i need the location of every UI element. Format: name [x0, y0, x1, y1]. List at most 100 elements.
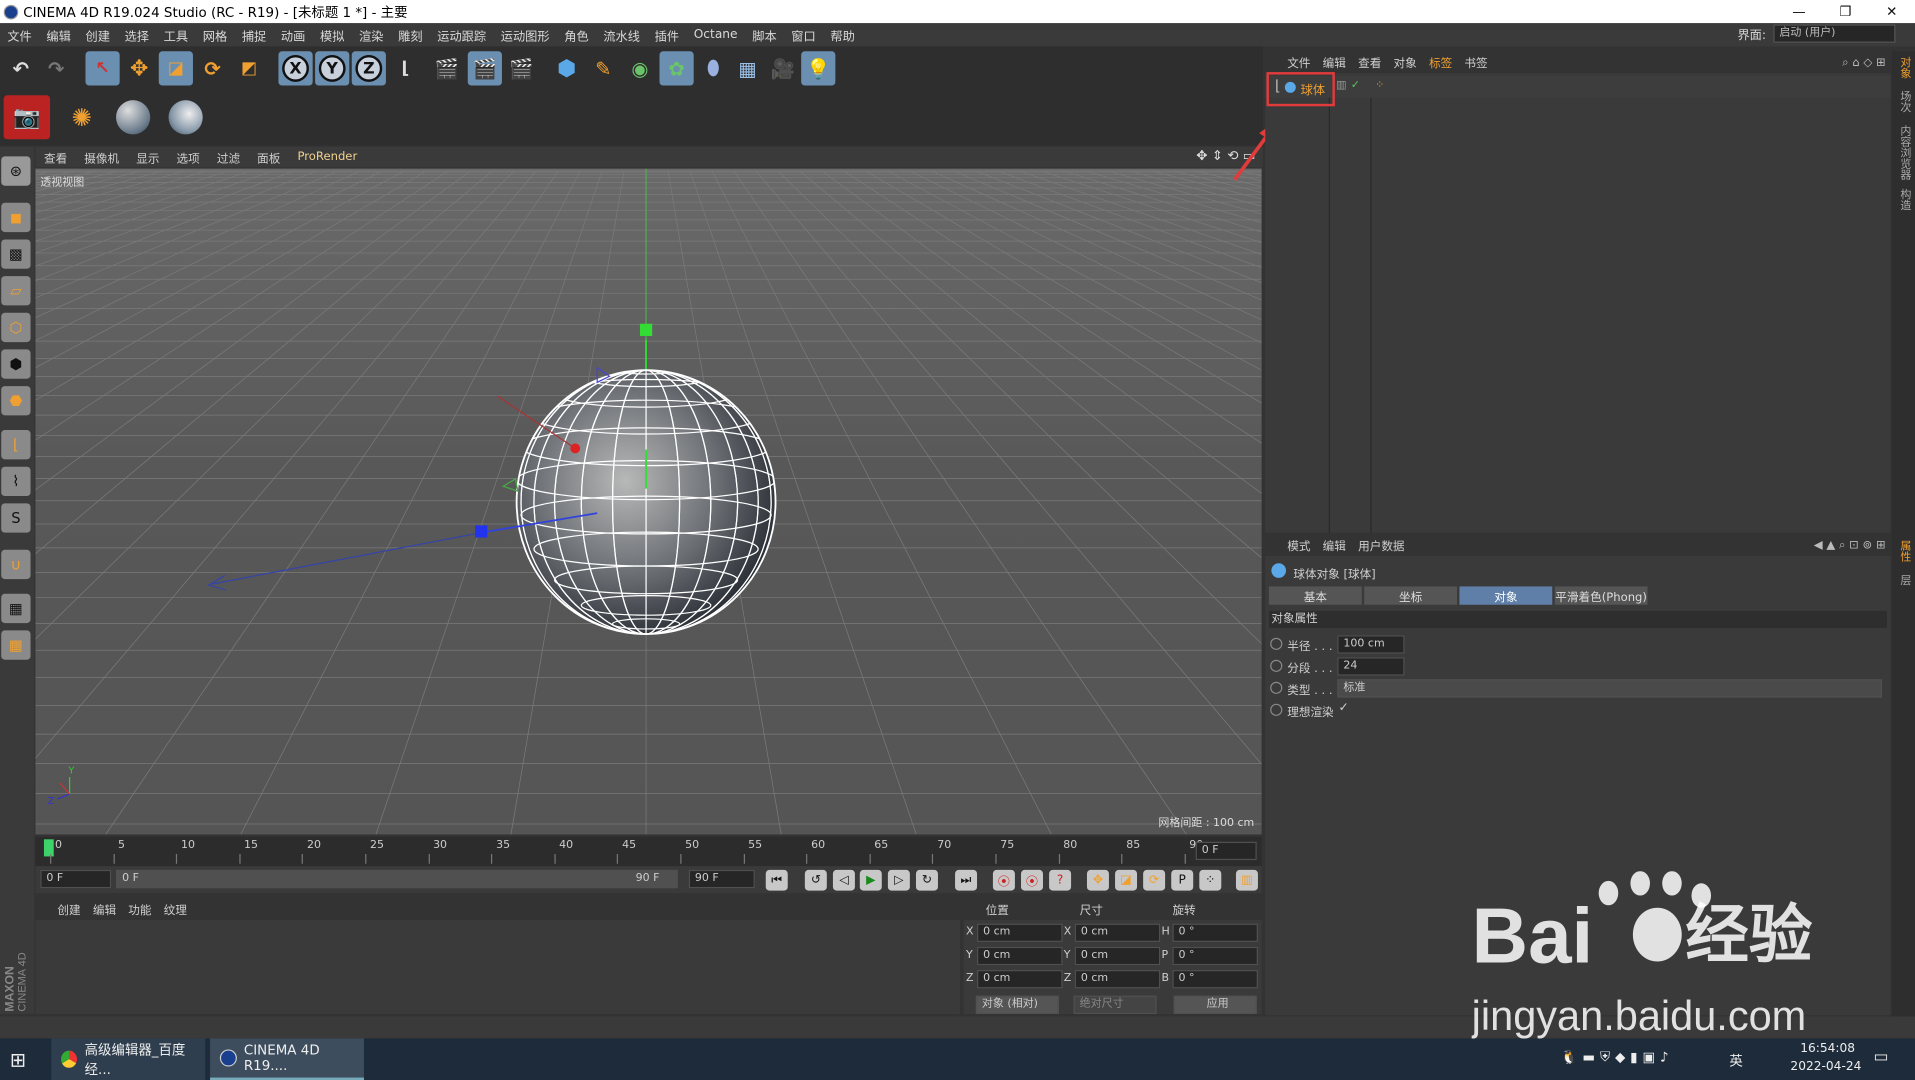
menu-motion-tracker[interactable]: 运动跟踪 — [430, 26, 494, 44]
menu-mograph[interactable]: 运动图形 — [493, 26, 557, 44]
subdivision-icon[interactable]: ◉ — [623, 51, 657, 85]
radio-icon[interactable] — [1270, 681, 1283, 694]
minimize-button[interactable]: — — [1776, 0, 1822, 23]
key-rotation-icon[interactable]: ⟳ — [1143, 869, 1166, 891]
menu-render[interactable]: 渲染 — [352, 26, 391, 44]
coordinate-system-icon[interactable]: ⌊ — [388, 51, 422, 85]
coordinate-value-field[interactable]: 0 cm — [977, 946, 1063, 966]
ime-indicator[interactable]: 英 — [1729, 1051, 1742, 1071]
menu-sculpt[interactable]: 雕刻 — [391, 26, 430, 44]
visibility-check-icon[interactable]: ✓ — [1351, 79, 1360, 91]
phong-tag-icon[interactable]: ⁘ — [1375, 79, 1384, 91]
current-frame-field[interactable]: 0 F — [40, 869, 112, 889]
next-key-icon[interactable]: ↻ — [915, 869, 938, 891]
autokey-icon[interactable]: ⦿ — [1021, 869, 1043, 891]
points-mode-icon[interactable]: ⬡ — [1, 312, 31, 343]
menu-edit[interactable]: 编辑 — [39, 26, 78, 44]
menu-create[interactable]: 创建 — [78, 26, 117, 44]
notification-icon[interactable]: ▭ — [1873, 1048, 1888, 1066]
go-to-end-icon[interactable]: ⏭ — [955, 869, 978, 891]
interface-layout-dropdown[interactable]: 启动 (用户) — [1773, 24, 1896, 43]
viewport-menu-view[interactable]: 查看 — [35, 148, 75, 165]
playhead-marker[interactable] — [43, 839, 54, 857]
close-button[interactable]: ✕ — [1869, 0, 1915, 23]
lock-workplane-icon[interactable]: ▦ — [1, 593, 31, 624]
edges-mode-icon[interactable]: ⬢ — [1, 349, 31, 379]
z-axis-lock-button[interactable]: Z — [351, 51, 386, 86]
task-chrome[interactable]: 高级编辑器_百度经... — [51, 1038, 206, 1080]
right-tab-layers[interactable]: 层 — [1894, 574, 1912, 585]
key-point-level-icon[interactable]: ⁘ — [1199, 869, 1222, 891]
menu-character[interactable]: 角色 — [557, 26, 596, 44]
octane-tree-icon[interactable]: ✺ — [59, 95, 105, 139]
attribute-nav-icons[interactable]: ◀ ▲ ⌕ ⊡ ⊚ ⊞ — [1814, 538, 1886, 551]
key-scale-icon[interactable]: ◪ — [1115, 869, 1138, 891]
key-position-icon[interactable]: ✥ — [1086, 869, 1109, 891]
menu-script[interactable]: 脚本 — [745, 26, 784, 44]
glossy-sphere-icon[interactable] — [162, 95, 208, 139]
layer-icon[interactable]: ▥ — [1336, 79, 1346, 91]
radio-icon[interactable] — [1270, 637, 1283, 650]
tab-basic[interactable]: 基本 — [1268, 586, 1362, 605]
radio-icon[interactable] — [1270, 703, 1283, 716]
tab-coordinates[interactable]: 坐标 — [1364, 586, 1458, 605]
coordinate-value-field[interactable]: 0 ° — [1172, 946, 1258, 966]
deformer-icon[interactable]: ⬮ — [696, 51, 730, 85]
render-picture-viewer-icon[interactable]: 🎬 — [467, 51, 502, 86]
texture-mode-icon[interactable]: ▩ — [1, 239, 31, 269]
coordinate-value-field[interactable]: 0 cm — [1074, 970, 1161, 989]
right-tab-content-browser[interactable]: 内容浏览器 — [1894, 125, 1912, 180]
menu-file[interactable]: 文件 — [0, 26, 39, 44]
segments-field[interactable]: 24 — [1337, 657, 1405, 676]
object-menu-bookmarks[interactable]: 书签 — [1458, 54, 1493, 70]
coordinate-value-field[interactable]: 0 cm — [1074, 946, 1161, 966]
play-forward-icon[interactable]: ▶ — [859, 869, 882, 891]
workplane-mode-icon[interactable]: ▱ — [1, 276, 31, 306]
key-parameter-icon[interactable]: P — [1171, 869, 1194, 891]
viewport-menu-options[interactable]: 选项 — [168, 148, 208, 165]
record-keys-icon[interactable]: ⦿ — [992, 869, 1015, 891]
menu-octane[interactable]: Octane — [686, 28, 745, 41]
light-icon[interactable]: 💡 — [801, 51, 836, 86]
right-tab-attributes[interactable]: 属性 — [1894, 540, 1912, 562]
live-selection-icon[interactable]: ↖ — [85, 51, 120, 86]
perfect-sphere-checkbox[interactable]: ✓ — [1339, 701, 1349, 714]
menu-animate[interactable]: 动画 — [274, 26, 313, 44]
tab-object[interactable]: 对象 — [1459, 586, 1553, 605]
menu-snap[interactable]: 捕捉 — [234, 26, 273, 44]
viewport-menu-cameras[interactable]: 摄像机 — [76, 148, 128, 165]
timeline-window-icon[interactable]: ▥ — [1235, 869, 1258, 891]
material-menu-texture[interactable]: 纹理 — [158, 900, 193, 917]
undo-icon[interactable]: ↶ — [4, 51, 38, 85]
attr-menu-mode[interactable]: 模式 — [1265, 536, 1316, 553]
solo-mode-icon[interactable]: S — [1, 503, 31, 533]
right-tab-structure[interactable]: 构造 — [1894, 188, 1912, 210]
object-row-sphere[interactable]: ⌊ 球体 ▥ ✓ ⁘ — [1265, 75, 1891, 98]
menu-select[interactable]: 选择 — [117, 26, 156, 44]
model-mode-icon[interactable]: ◼ — [1, 202, 31, 233]
perspective-viewport[interactable]: Y Z 透视视图 网格间距 : 100 cm — [35, 168, 1262, 835]
planar-workplane-icon[interactable]: ▦ — [1, 630, 31, 660]
coordinate-value-field[interactable]: 0 cm — [977, 970, 1063, 989]
size-mode-dropdown[interactable]: 绝对尺寸 — [1073, 995, 1157, 1015]
snap-icon[interactable]: ∪ — [1, 549, 31, 580]
floor-icon[interactable]: ▦ — [730, 51, 764, 85]
right-tab-takes[interactable]: 场次 — [1894, 90, 1912, 112]
menu-mesh[interactable]: 网格 — [195, 26, 234, 44]
max-frame-field[interactable]: 90 F — [688, 869, 755, 889]
array-generator-icon[interactable]: ✿ — [659, 51, 694, 86]
object-menu-file[interactable]: 文件 — [1265, 54, 1316, 70]
go-to-start-icon[interactable]: ⏮ — [765, 869, 788, 891]
scale-tool-icon[interactable]: ◪ — [158, 51, 193, 86]
material-menu-edit[interactable]: 编辑 — [87, 900, 122, 917]
attr-menu-edit[interactable]: 编辑 — [1317, 536, 1352, 553]
type-dropdown[interactable]: 标准 — [1337, 679, 1883, 698]
x-axis-handle[interactable] — [570, 443, 581, 454]
previous-key-icon[interactable]: ↺ — [804, 869, 827, 891]
make-editable-icon[interactable]: ⊛ — [1, 156, 31, 186]
frame-range-slider[interactable]: 0 F 90 F — [116, 869, 678, 889]
viewport-menu-display[interactable]: 显示 — [128, 148, 168, 165]
timeline-ruler[interactable]: 051015202530354045505560657075808590 0 F — [35, 836, 1262, 867]
pen-spline-icon[interactable]: ✎ — [586, 51, 620, 85]
material-menu-create[interactable]: 创建 — [35, 900, 86, 917]
